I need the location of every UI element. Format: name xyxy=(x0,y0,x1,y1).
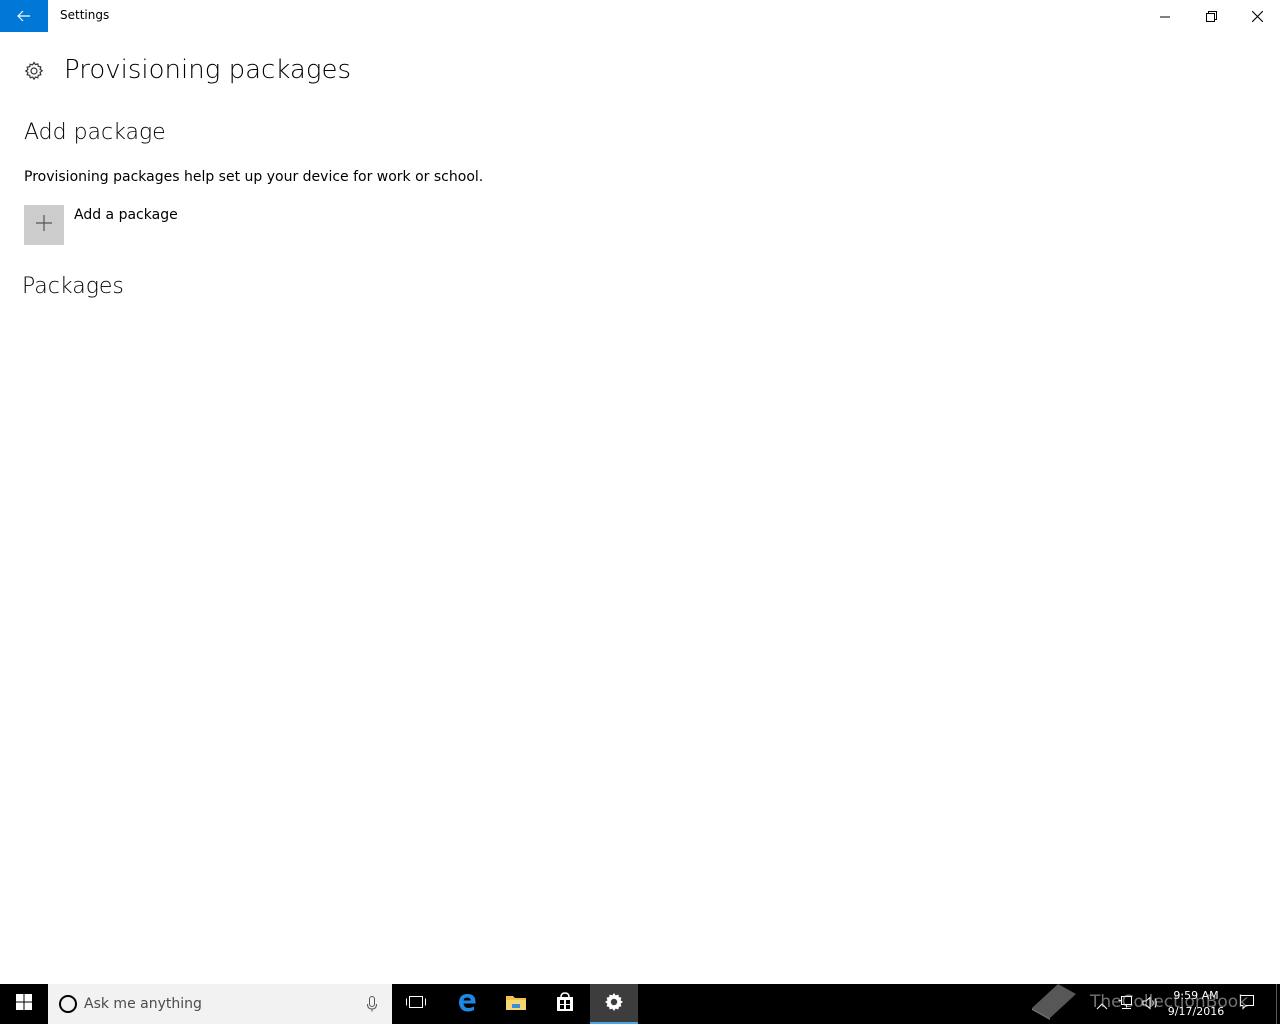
settings-gear-icon xyxy=(604,992,624,1016)
minimize-button[interactable] xyxy=(1142,0,1188,32)
network-button[interactable] xyxy=(1116,984,1136,1024)
volume-button[interactable] xyxy=(1140,984,1162,1024)
microphone-icon[interactable] xyxy=(362,994,382,1014)
file-explorer-button[interactable] xyxy=(492,984,540,1024)
page-header xyxy=(24,56,44,90)
clock[interactable]: 9:59 AM 9/17/2016 xyxy=(1166,988,1226,1020)
add-package-tile[interactable] xyxy=(24,205,64,245)
back-arrow-icon xyxy=(17,7,31,26)
file-explorer-icon xyxy=(505,993,527,1015)
store-button[interactable] xyxy=(541,984,589,1024)
back-button[interactable] xyxy=(0,0,48,32)
action-center-button[interactable] xyxy=(1234,984,1260,1024)
plus-icon xyxy=(35,214,53,236)
edge-icon xyxy=(456,991,478,1017)
show-desktop-button[interactable] xyxy=(1276,984,1280,1024)
clock-time: 9:59 AM xyxy=(1173,989,1219,1002)
search-box[interactable]: Ask me anything xyxy=(48,984,392,1024)
close-button[interactable] xyxy=(1234,0,1280,32)
search-placeholder[interactable]: Ask me anything xyxy=(84,996,202,1012)
windows-logo-icon xyxy=(16,994,32,1014)
close-icon xyxy=(1251,7,1263,26)
cortana-ring-icon xyxy=(58,994,78,1014)
action-center-icon xyxy=(1239,994,1255,1014)
add-package-button[interactable]: Add a package xyxy=(24,205,178,245)
window-title: Settings xyxy=(60,8,110,22)
taskbar: Ask me anything 9:59 AM 9/17/2016 xyxy=(0,984,1280,1024)
restore-icon xyxy=(1205,7,1217,26)
packages-heading: Packages xyxy=(22,274,124,299)
volume-icon xyxy=(1142,995,1160,1014)
store-icon xyxy=(555,992,575,1016)
task-view-button[interactable] xyxy=(392,984,440,1024)
restore-button[interactable] xyxy=(1188,0,1234,32)
chevron-up-icon xyxy=(1096,995,1108,1014)
settings-taskbar-button[interactable] xyxy=(590,984,638,1024)
add-package-heading: Add package xyxy=(24,120,166,145)
add-package-description: Provisioning packages help set up your d… xyxy=(24,169,484,185)
minimize-icon xyxy=(1160,7,1170,26)
task-view-icon xyxy=(405,994,427,1014)
add-package-label[interactable]: Add a package xyxy=(74,207,178,223)
network-icon xyxy=(1118,995,1134,1014)
title-bar: Settings xyxy=(0,0,1280,32)
show-hidden-icons-button[interactable] xyxy=(1092,984,1112,1024)
page-title: Provisioning packages xyxy=(64,55,351,85)
clock-date: 9/17/2016 xyxy=(1167,1005,1225,1018)
start-button[interactable] xyxy=(0,984,48,1024)
edge-button[interactable] xyxy=(443,984,491,1024)
gear-icon xyxy=(24,61,44,85)
